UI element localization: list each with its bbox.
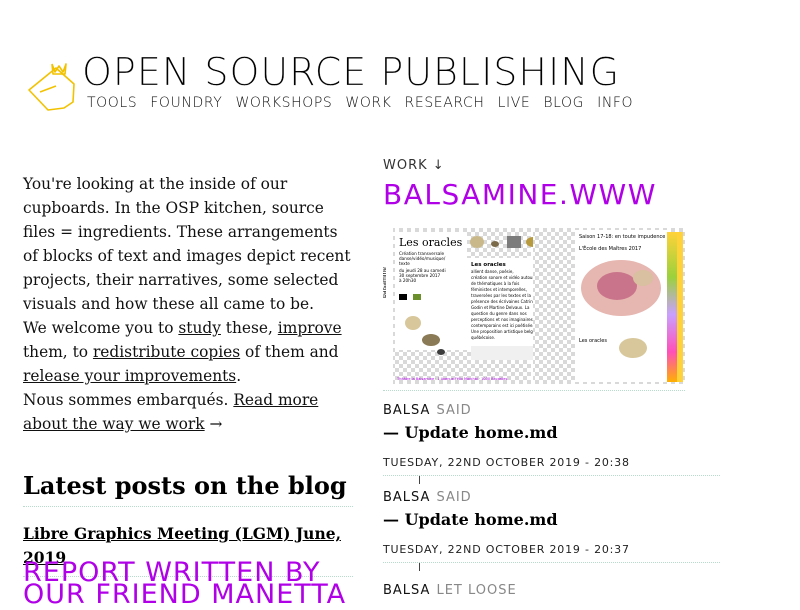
svg-text:à 20h30: à 20h30 <box>399 278 417 283</box>
commit-entry: BALSA LET LOOSE <box>383 583 720 598</box>
site-title[interactable]: OPEN SOURCE PUBLISHING <box>82 50 620 94</box>
svg-text:création sonore et vidéo autou: création sonore et vidéo autour <box>471 275 534 280</box>
nav-live[interactable]: LIVE <box>498 95 531 111</box>
svg-text:présence des écrivaines Catrin: présence des écrivaines Catrine <box>471 299 536 304</box>
svg-text:balsamine: balsamine <box>383 267 388 298</box>
svg-text:Les oracles: Les oracles <box>471 262 507 268</box>
intro-text-span: of them and <box>240 343 339 361</box>
intro-text-span: Nous sommes embarqués. <box>23 391 234 409</box>
commit-verb: SAID <box>436 490 472 505</box>
improve-link[interactable]: improve <box>278 319 342 337</box>
intro-text-span: them, to <box>23 343 93 361</box>
nav-info[interactable]: INFO <box>597 95 633 111</box>
commit-author-line: BALSA SAID <box>383 403 720 418</box>
timeline-tick <box>419 476 420 484</box>
svg-text:question du genre dans nos: question du genre dans nos <box>471 311 527 316</box>
intro-text-span: We welcome you to <box>23 319 179 337</box>
svg-text:Une proposition artistique bel: Une proposition artistique belgo- <box>471 329 537 334</box>
commit-author-line: BALSA LET LOOSE <box>383 583 720 598</box>
nav-blog[interactable]: BLOG <box>543 95 584 111</box>
nav-research[interactable]: RESEARCH <box>405 95 485 111</box>
commit-date: TUESDAY, 22ND OCTOBER 2019 - 20:37 <box>383 543 720 563</box>
intro-paragraph-1: You're looking at the inside of our cupb… <box>23 175 351 313</box>
poster-title: Les oracles <box>399 236 463 249</box>
commit-verb: LET LOOSE <box>436 583 517 598</box>
svg-text:Théâtre la Balsamine · 1 Avenu: Théâtre la Balsamine · 1 Avenue Félix Ma… <box>396 377 507 381</box>
intro-text: You're looking at the inside of our cupb… <box>23 172 353 436</box>
commit-author: BALSA <box>383 583 431 598</box>
commit-entry: BALSA SAID — Update home.md TUESDAY, 22ND… <box>383 403 720 484</box>
study-link[interactable]: study <box>178 319 221 337</box>
svg-text:perceptions et nos imaginaires: perceptions et nos imaginaires <box>471 317 533 322</box>
svg-text:L'École des Maîtres 2017: L'École des Maîtres 2017 <box>579 244 641 252</box>
nav-workshops[interactable]: WORKSHOPS <box>235 95 332 111</box>
commit-author: BALSA <box>383 490 431 505</box>
osp-logo-icon[interactable] <box>26 60 78 112</box>
svg-text:Les oracles: Les oracles <box>579 338 607 344</box>
intro-text-span: . <box>236 367 242 385</box>
svg-text:allient danse, poésie,: allient danse, poésie, <box>471 269 514 274</box>
intro-paragraph-2: We welcome you to study these, improve t… <box>23 316 353 388</box>
timeline-tick <box>419 563 420 571</box>
intro-text-span: these, <box>220 319 278 337</box>
svg-text:féministes et intemporelles,: féministes et intemporelles, <box>471 287 527 292</box>
commit-verb: SAID <box>436 403 472 418</box>
nav-foundry[interactable]: FOUNDRY <box>150 95 222 111</box>
svg-text:contemporains est ici poétisée: contemporains est ici poétisée. <box>471 323 534 328</box>
project-thumbnail[interactable]: balsamine Les oracles Création transvers… <box>381 228 685 391</box>
redistribute-copies-link[interactable]: redistribute copies <box>93 343 240 361</box>
intro-paragraph-3: Nous sommes embarqués. Read more about t… <box>23 388 353 436</box>
svg-text:Godin et Martine Delvaux. La: Godin et Martine Delvaux. La <box>471 305 530 310</box>
svg-text:de thématiques à la fois: de thématiques à la fois <box>471 281 519 286</box>
arrow-right-icon: → <box>204 415 223 433</box>
svg-text:traversées par les textes et l: traversées par les textes et la <box>471 293 531 298</box>
blog-post-title-link[interactable]: REPORT WRITTEN BY OUR FRIEND MANETTA <box>23 559 363 608</box>
svg-text:texte: texte <box>399 261 410 266</box>
svg-text:Saison 17-18: en toute impuden: Saison 17-18: en toute impudence <box>579 234 665 240</box>
nav-work[interactable]: WORK <box>345 95 391 111</box>
commit-author: BALSA <box>383 403 431 418</box>
nav-tools[interactable]: TOOLS <box>87 95 137 111</box>
commit-entry: BALSA SAID — Update home.md TUESDAY, 22ND… <box>383 490 720 571</box>
svg-text:québécoise.: québécoise. <box>471 335 495 340</box>
commit-message[interactable]: — Update home.md <box>383 423 720 442</box>
commit-date: TUESDAY, 22ND OCTOBER 2019 - 20:38 <box>383 456 720 476</box>
release-improvements-link[interactable]: release your improvements <box>23 367 236 385</box>
commit-author-line: BALSA SAID <box>383 490 720 505</box>
project-title[interactable]: BALSAMINE.WWW <box>383 178 657 211</box>
main-nav: TOOLS FOUNDRY WORKSHOPS WORK RESEARCH LI… <box>87 95 633 111</box>
work-section-label[interactable]: WORK ↓ <box>383 158 445 173</box>
commit-message[interactable]: — Update home.md <box>383 510 720 529</box>
blog-section-heading: Latest posts on the blog <box>23 470 353 507</box>
